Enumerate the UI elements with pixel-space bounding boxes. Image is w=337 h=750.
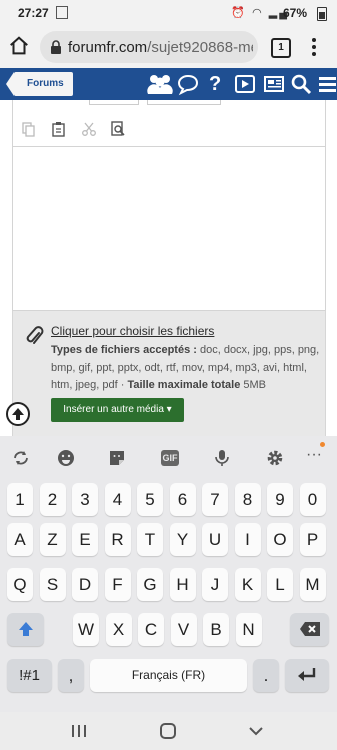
battery-percent: 67% <box>282 6 307 20</box>
symbols-key[interactable]: !#1 <box>7 659 52 692</box>
letter-key-f[interactable]: F <box>104 568 131 601</box>
letter-key-u[interactable]: U <box>202 523 228 556</box>
help-icon[interactable]: ? <box>209 72 223 96</box>
digit-key-2[interactable]: 2 <box>39 483 66 516</box>
scroll-to-top-icon[interactable] <box>6 402 30 426</box>
letter-key-a[interactable]: A <box>7 523 33 556</box>
digit-key-6[interactable]: 6 <box>169 483 196 516</box>
letter-key-z[interactable]: Z <box>39 523 66 556</box>
editor-toolbar <box>13 116 325 147</box>
digit-key-5[interactable]: 5 <box>137 483 163 516</box>
more-options-icon[interactable]: ··· <box>306 442 326 468</box>
emoji-icon[interactable] <box>56 448 76 468</box>
find-icon[interactable] <box>110 121 126 137</box>
letter-key-k[interactable]: K <box>234 568 261 601</box>
digit-key-0[interactable]: 0 <box>299 483 326 516</box>
soft-keyboard: GIF ··· !#1 , Français (FR) . 1234567890… <box>0 436 337 712</box>
message-textarea[interactable] <box>13 147 325 310</box>
letter-key-n[interactable]: N <box>235 613 262 646</box>
post-editor-area: Cliquer pour choisir les fichiers Types … <box>0 100 337 437</box>
comma-key[interactable]: , <box>58 659 84 692</box>
letter-key-p[interactable]: P <box>299 523 326 556</box>
letter-key-i[interactable]: I <box>234 523 261 556</box>
letter-key-d[interactable]: D <box>72 568 98 601</box>
shift-key[interactable] <box>7 613 44 646</box>
letter-key-v[interactable]: V <box>170 613 197 646</box>
letter-key-x[interactable]: X <box>105 613 132 646</box>
letter-key-o[interactable]: O <box>267 523 293 556</box>
insert-media-label: Insérer un autre média <box>63 404 164 415</box>
hamburger-menu-icon[interactable] <box>318 72 337 96</box>
digit-key-4[interactable]: 4 <box>104 483 131 516</box>
digit-key-7[interactable]: 7 <box>202 483 228 516</box>
copy-icon[interactable] <box>21 121 37 137</box>
url-path: /sujet920868-me <box>147 39 253 56</box>
browser-menu-icon[interactable] <box>309 36 319 58</box>
space-key[interactable]: Français (FR) <box>90 659 247 692</box>
rich-text-editor <box>12 100 326 311</box>
max-size-value: 5MB <box>240 379 267 391</box>
letter-key-g[interactable]: G <box>137 568 163 601</box>
recent-apps-icon[interactable] <box>70 722 88 740</box>
battery-icon <box>317 7 327 21</box>
home-nav-icon[interactable] <box>158 721 178 741</box>
digit-key-8[interactable]: 8 <box>234 483 261 516</box>
letter-key-q[interactable]: Q <box>7 568 33 601</box>
letter-key-t[interactable]: T <box>137 523 163 556</box>
keyboard-toolbar: GIF ··· <box>0 436 337 480</box>
back-nav-icon[interactable] <box>247 722 265 740</box>
alarm-wifi-signal-icons: ⏰ ◠ ▂▄ <box>231 7 289 19</box>
settings-gear-icon[interactable] <box>265 448 285 468</box>
accepted-file-types: Types de fichiers acceptés : doc, docx, … <box>51 342 321 395</box>
letter-key-b[interactable]: B <box>203 613 229 646</box>
letter-key-l[interactable]: L <box>267 568 293 601</box>
clock: 27:27 <box>18 6 49 20</box>
editor-tab-stubs <box>89 100 259 106</box>
video-icon[interactable] <box>234 72 256 96</box>
letter-key-r[interactable]: R <box>104 523 131 556</box>
site-navbar: Forums ? <box>0 68 337 100</box>
paperclip-icon <box>26 326 44 344</box>
members-icon[interactable] <box>146 72 174 96</box>
digit-key-3[interactable]: 3 <box>72 483 98 516</box>
news-icon[interactable] <box>263 72 285 96</box>
url-text: forumfr.com/sujet920868-me <box>68 39 253 56</box>
chat-icon[interactable] <box>177 72 199 96</box>
system-navigation-bar <box>0 712 337 750</box>
attachments-panel: Cliquer pour choisir les fichiers Types … <box>12 311 326 437</box>
choose-files-link[interactable]: Cliquer pour choisir les fichiers <box>51 324 214 338</box>
digit-key-9[interactable]: 9 <box>267 483 293 516</box>
letter-key-j[interactable]: J <box>202 568 228 601</box>
address-bar[interactable]: forumfr.com/sujet920868-me <box>40 31 258 63</box>
letter-key-s[interactable]: S <box>39 568 66 601</box>
search-icon[interactable] <box>290 72 312 96</box>
gif-icon[interactable]: GIF <box>161 450 179 466</box>
letter-key-e[interactable]: E <box>72 523 98 556</box>
letter-key-w[interactable]: W <box>73 613 99 646</box>
qr-notification-icon <box>56 6 68 19</box>
sticker-icon[interactable] <box>107 448 127 468</box>
url-domain: forumfr.com <box>68 39 148 56</box>
enter-key[interactable] <box>285 659 329 692</box>
cut-icon[interactable] <box>81 121 97 137</box>
letter-key-h[interactable]: H <box>169 568 196 601</box>
max-size-label: Taille maximale totale <box>127 379 241 391</box>
lock-icon <box>51 40 61 54</box>
letter-key-y[interactable]: Y <box>169 523 196 556</box>
period-key[interactable]: . <box>253 659 279 692</box>
forums-button[interactable]: Forums <box>6 72 73 96</box>
paste-icon[interactable] <box>51 121 67 137</box>
letter-key-c[interactable]: C <box>138 613 164 646</box>
file-types-label: Types de fichiers acceptés : <box>51 344 197 356</box>
browser-toolbar: forumfr.com/sujet920868-me 1 <box>0 26 337 68</box>
home-icon[interactable] <box>8 35 30 57</box>
letter-key-m[interactable]: M <box>299 568 326 601</box>
keyboard-mode-icon[interactable] <box>11 448 31 468</box>
tab-switcher-button[interactable]: 1 <box>271 38 291 58</box>
digit-key-1[interactable]: 1 <box>7 483 33 516</box>
backspace-key[interactable] <box>290 613 329 646</box>
insert-media-button[interactable]: Insérer un autre média ▾ <box>51 398 184 422</box>
status-bar: 27:27 ⏰ ◠ ▂▄ 67% <box>0 0 337 26</box>
microphone-icon[interactable] <box>212 448 232 468</box>
